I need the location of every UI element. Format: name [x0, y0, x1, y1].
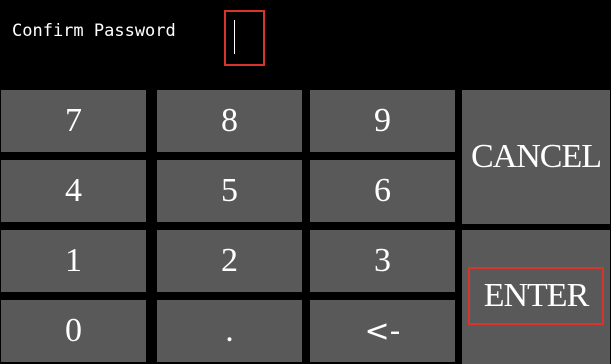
key-decimal-point[interactable]: .	[157, 300, 302, 362]
enter-focus-frame: ENTER	[468, 267, 604, 325]
enter-button[interactable]: ENTER	[462, 230, 610, 364]
key-9[interactable]: 9	[310, 90, 455, 152]
password-input[interactable]	[224, 10, 265, 66]
key-4[interactable]: 4	[1, 160, 146, 222]
key-8[interactable]: 8	[157, 90, 302, 152]
key-7[interactable]: 7	[1, 90, 146, 152]
enter-button-label: ENTER	[483, 277, 590, 314]
text-cursor	[234, 20, 235, 54]
key-2[interactable]: 2	[157, 230, 302, 292]
confirm-password-label: Confirm Password	[12, 21, 176, 41]
key-0[interactable]: 0	[1, 300, 146, 362]
key-5[interactable]: 5	[157, 160, 302, 222]
key-3[interactable]: 3	[310, 230, 455, 292]
key-backspace[interactable]: <-	[310, 300, 455, 362]
key-6[interactable]: 6	[310, 160, 455, 222]
key-1[interactable]: 1	[1, 230, 146, 292]
header-bar: Confirm Password	[0, 0, 611, 88]
cancel-button[interactable]: CANCEL	[462, 90, 610, 224]
cancel-button-label: CANCEL	[471, 138, 602, 175]
